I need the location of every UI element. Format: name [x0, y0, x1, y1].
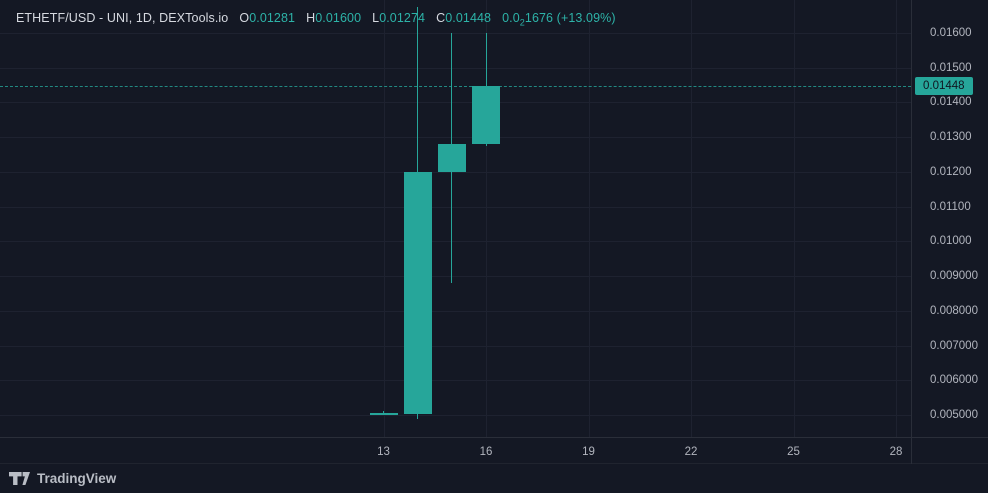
time-axis[interactable]: 13 16 19 22 25 28	[0, 437, 988, 464]
horizontal-gridline	[0, 171, 911, 173]
ohlc-high-value: 0.01600	[315, 11, 362, 25]
vertical-gridline	[691, 0, 693, 437]
horizontal-gridline	[0, 415, 911, 417]
horizontal-gridline	[0, 102, 911, 104]
price-axis-label: 0.01200	[930, 165, 972, 178]
bottom-toolbar: TradingView	[0, 463, 988, 493]
price-axis-label: 0.01000	[930, 235, 972, 248]
brand-label: TradingView	[37, 471, 117, 486]
ohlc-close-label: C	[436, 11, 446, 25]
time-axis-label: 13	[377, 446, 390, 458]
price-axis-label: 0.01400	[930, 96, 972, 109]
time-axis-label: 28	[889, 446, 903, 458]
ohlc-open-label: O	[239, 11, 250, 25]
time-axis-label: 16	[479, 446, 493, 458]
horizontal-gridline	[0, 137, 911, 139]
price-axis-label: 0.01500	[930, 61, 972, 74]
ohlc-open: O0.01281	[239, 11, 295, 25]
tradingview-chart-window: ETHETF/USD - UNI, 1D, DEXTools.io O0.012…	[0, 0, 988, 493]
ohlc-open-value: 0.01281	[249, 11, 296, 25]
price-axis-label: 0.005000	[930, 409, 978, 422]
ohlc-high-label: H	[306, 11, 316, 25]
price-axis-label: 0.006000	[930, 374, 978, 387]
price-axis-label: 0.007000	[930, 339, 978, 352]
ohlc-close: C0.01448	[436, 11, 491, 25]
ohlc-low: L0.01274	[372, 11, 425, 25]
last-price-label: 0.01448	[915, 76, 973, 95]
chart-pane[interactable]: ETHETF/USD - UNI, 1D, DEXTools.io O0.012…	[0, 0, 911, 437]
vertical-gridline	[588, 0, 590, 437]
time-axis-label: 22	[684, 446, 698, 458]
price-axis-label: 0.01600	[930, 27, 972, 39]
ohlc-close-value: 0.01448	[445, 11, 492, 25]
candle-body	[437, 144, 466, 172]
tradingview-logo-link[interactable]: TradingView	[9, 471, 116, 486]
last-price-line	[0, 85, 911, 87]
horizontal-gridline	[0, 67, 911, 69]
vertical-gridline	[793, 0, 795, 437]
vertical-gridline	[896, 0, 898, 437]
price-axis[interactable]: 0.01448 0.01600 0.01500 0.01400 0.01300 0.01…	[911, 0, 988, 464]
chart-legend: ETHETF/USD - UNI, 1D, DEXTools.io O0.012…	[16, 11, 616, 27]
time-axis-label: 25	[787, 446, 800, 458]
symbol-title[interactable]: ETHETF/USD - UNI, 1D, DEXTools.io	[16, 11, 228, 25]
time-axis-label: 19	[582, 446, 595, 458]
candle-body	[369, 412, 398, 416]
horizontal-gridline	[0, 345, 911, 347]
candle-body	[472, 85, 500, 144]
ohlc-high: H0.01600	[306, 11, 361, 25]
candle-body	[403, 171, 432, 415]
price-change-tail: 1676 (+13.09%)	[524, 11, 616, 25]
horizontal-gridline	[0, 33, 911, 34]
horizontal-gridline	[0, 380, 911, 382]
price-change-lead: 0.0	[502, 11, 520, 25]
tradingview-logo-icon	[9, 472, 30, 485]
price-axis-label: 0.008000	[930, 304, 978, 317]
ohlc-low-value: 0.01274	[379, 11, 426, 25]
price-axis-label: 0.01100	[930, 200, 971, 213]
price-axis-label: 0.009000	[930, 270, 978, 283]
price-change: 0.021676 (+13.09%)	[502, 11, 616, 27]
vertical-gridline	[383, 0, 385, 437]
horizontal-gridline	[0, 276, 911, 278]
horizontal-gridline	[0, 206, 911, 208]
price-axis-label: 0.01300	[930, 131, 972, 144]
horizontal-gridline	[0, 241, 911, 243]
horizontal-gridline	[0, 310, 911, 312]
